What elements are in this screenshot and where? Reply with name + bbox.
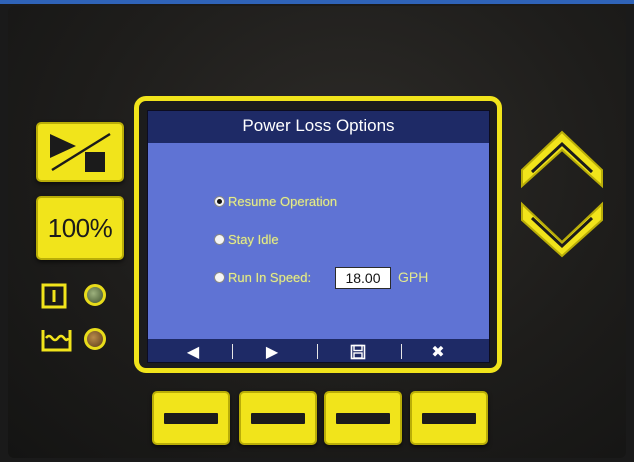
dash-icon [336,412,390,424]
save-icon[interactable] [338,339,378,362]
start-stop-icon [50,132,111,172]
dash-icon [164,412,218,424]
power-status-led [84,284,106,306]
close-icon[interactable]: ✖ [418,339,458,362]
option-label: Run In Speed: [228,269,312,285]
down-arrow-button[interactable] [516,196,608,272]
softkey-button-3[interactable] [324,391,402,445]
power-indicator-icon [41,283,67,309]
radio-run-in-speed[interactable] [214,271,225,283]
dash-icon [251,412,305,424]
softkey-divider [232,344,233,359]
option-run-in-speed[interactable]: Run In Speed: [214,267,311,287]
floppy-disk-glyph [350,344,366,359]
right-arrow-icon[interactable]: ▶ [252,339,292,362]
up-arrow-button[interactable] [516,118,608,194]
softkey-button-1[interactable] [152,391,230,445]
lcd-screen: Power Loss Options Resume Operation Stay… [147,110,490,363]
tank-status-row [40,326,120,356]
option-stay-idle[interactable]: Stay Idle [214,229,279,249]
option-resume-operation[interactable]: Resume Operation [214,191,337,211]
start-stop-button[interactable] [36,122,124,182]
dash-icon [422,412,476,424]
radio-resume-operation[interactable] [214,195,225,207]
tank-level-icon [41,330,72,352]
power-status-row [40,282,120,312]
radio-stay-idle[interactable] [214,233,225,245]
top-rule [0,0,634,4]
title-bar: Power Loss Options [148,111,489,143]
softkey-divider [401,344,402,359]
options-panel: Resume Operation Stay Idle Run In Speed:… [148,143,489,339]
softkey-button-4[interactable] [410,391,488,445]
tank-status-led [84,328,106,350]
screen-title: Power Loss Options [242,116,395,135]
run-in-speed-input[interactable]: 18.00 [335,267,391,289]
percent-label: 100% [47,212,113,243]
left-arrow-icon[interactable]: ◀ [173,339,213,362]
softkey-divider [317,344,318,359]
option-label: Resume Operation [228,193,338,209]
softkey-bar: ◀ ▶ ✖ [148,339,489,362]
prime-100-percent-button[interactable]: 100% [36,196,124,260]
speed-unit-label: GPH [398,269,429,285]
option-label: Stay Idle [228,231,279,247]
softkey-button-2[interactable] [239,391,317,445]
